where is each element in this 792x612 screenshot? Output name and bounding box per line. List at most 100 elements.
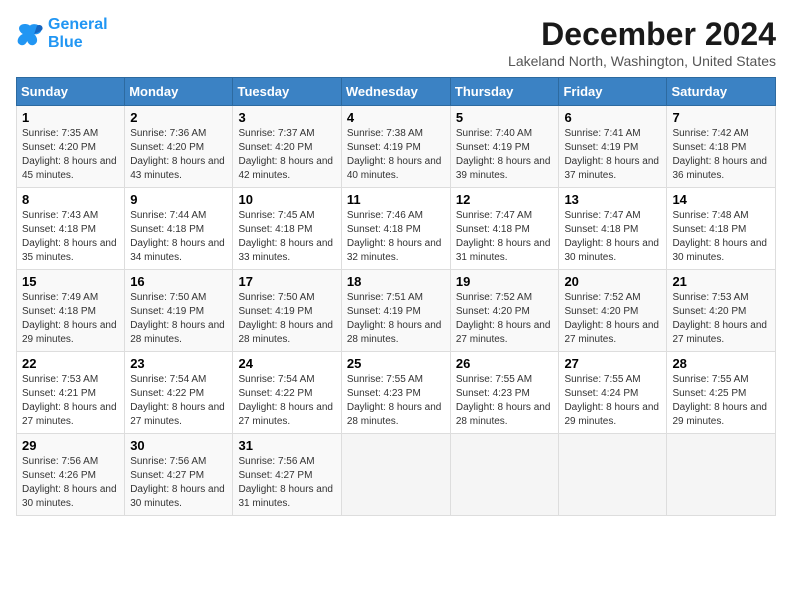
calendar-day-cell: 15 Sunrise: 7:49 AMSunset: 4:18 PMDaylig… — [17, 270, 125, 352]
day-info: Sunrise: 7:52 AMSunset: 4:20 PMDaylight:… — [456, 291, 554, 347]
weekday-header-saturday: Saturday — [667, 78, 776, 106]
day-number: 3 — [238, 110, 335, 125]
day-number: 12 — [456, 192, 554, 207]
day-number: 28 — [672, 356, 770, 371]
calendar-day-cell: 1 Sunrise: 7:35 AMSunset: 4:20 PMDayligh… — [17, 106, 125, 188]
calendar-week-row: 29 Sunrise: 7:56 AMSunset: 4:26 PMDaylig… — [17, 434, 776, 516]
day-number: 5 — [456, 110, 554, 125]
day-info: Sunrise: 7:50 AMSunset: 4:19 PMDaylight:… — [130, 291, 227, 347]
weekday-header-friday: Friday — [559, 78, 667, 106]
calendar-week-row: 1 Sunrise: 7:35 AMSunset: 4:20 PMDayligh… — [17, 106, 776, 188]
day-info: Sunrise: 7:46 AMSunset: 4:18 PMDaylight:… — [347, 209, 445, 265]
day-info: Sunrise: 7:41 AMSunset: 4:19 PMDaylight:… — [564, 127, 661, 183]
day-info: Sunrise: 7:55 AMSunset: 4:25 PMDaylight:… — [672, 373, 770, 429]
day-info: Sunrise: 7:38 AMSunset: 4:19 PMDaylight:… — [347, 127, 445, 183]
day-number: 1 — [22, 110, 119, 125]
day-info: Sunrise: 7:54 AMSunset: 4:22 PMDaylight:… — [130, 373, 227, 429]
calendar-day-cell: 26 Sunrise: 7:55 AMSunset: 4:23 PMDaylig… — [450, 352, 559, 434]
day-info: Sunrise: 7:40 AMSunset: 4:19 PMDaylight:… — [456, 127, 554, 183]
location-subtitle: Lakeland North, Washington, United State… — [508, 53, 776, 69]
day-info: Sunrise: 7:35 AMSunset: 4:20 PMDaylight:… — [22, 127, 119, 183]
day-info: Sunrise: 7:43 AMSunset: 4:18 PMDaylight:… — [22, 209, 119, 265]
calendar-day-cell: 27 Sunrise: 7:55 AMSunset: 4:24 PMDaylig… — [559, 352, 667, 434]
logo-bird-icon — [16, 20, 44, 48]
calendar-week-row: 8 Sunrise: 7:43 AMSunset: 4:18 PMDayligh… — [17, 188, 776, 270]
day-info: Sunrise: 7:47 AMSunset: 4:18 PMDaylight:… — [564, 209, 661, 265]
header: General Blue December 2024 Lakeland Nort… — [16, 16, 776, 69]
day-number: 2 — [130, 110, 227, 125]
calendar-day-cell — [559, 434, 667, 516]
calendar-day-cell: 12 Sunrise: 7:47 AMSunset: 4:18 PMDaylig… — [450, 188, 559, 270]
weekday-header-wednesday: Wednesday — [341, 78, 450, 106]
title-area: December 2024 Lakeland North, Washington… — [508, 16, 776, 69]
day-info: Sunrise: 7:50 AMSunset: 4:19 PMDaylight:… — [238, 291, 335, 347]
day-info: Sunrise: 7:56 AMSunset: 4:26 PMDaylight:… — [22, 455, 119, 511]
day-number: 4 — [347, 110, 445, 125]
calendar-day-cell: 25 Sunrise: 7:55 AMSunset: 4:23 PMDaylig… — [341, 352, 450, 434]
calendar-day-cell: 14 Sunrise: 7:48 AMSunset: 4:18 PMDaylig… — [667, 188, 776, 270]
calendar-day-cell: 2 Sunrise: 7:36 AMSunset: 4:20 PMDayligh… — [125, 106, 233, 188]
day-info: Sunrise: 7:44 AMSunset: 4:18 PMDaylight:… — [130, 209, 227, 265]
calendar-day-cell: 16 Sunrise: 7:50 AMSunset: 4:19 PMDaylig… — [125, 270, 233, 352]
day-number: 13 — [564, 192, 661, 207]
day-info: Sunrise: 7:53 AMSunset: 4:20 PMDaylight:… — [672, 291, 770, 347]
day-number: 11 — [347, 192, 445, 207]
calendar-day-cell: 18 Sunrise: 7:51 AMSunset: 4:19 PMDaylig… — [341, 270, 450, 352]
day-number: 9 — [130, 192, 227, 207]
day-number: 30 — [130, 438, 227, 453]
day-number: 22 — [22, 356, 119, 371]
day-info: Sunrise: 7:52 AMSunset: 4:20 PMDaylight:… — [564, 291, 661, 347]
day-number: 24 — [238, 356, 335, 371]
calendar-day-cell: 8 Sunrise: 7:43 AMSunset: 4:18 PMDayligh… — [17, 188, 125, 270]
calendar-week-row: 22 Sunrise: 7:53 AMSunset: 4:21 PMDaylig… — [17, 352, 776, 434]
calendar-day-cell: 13 Sunrise: 7:47 AMSunset: 4:18 PMDaylig… — [559, 188, 667, 270]
day-info: Sunrise: 7:47 AMSunset: 4:18 PMDaylight:… — [456, 209, 554, 265]
weekday-header-thursday: Thursday — [450, 78, 559, 106]
day-number: 19 — [456, 274, 554, 289]
day-number: 8 — [22, 192, 119, 207]
day-info: Sunrise: 7:55 AMSunset: 4:23 PMDaylight:… — [347, 373, 445, 429]
weekday-header-monday: Monday — [125, 78, 233, 106]
day-info: Sunrise: 7:56 AMSunset: 4:27 PMDaylight:… — [238, 455, 335, 511]
logo: General Blue — [16, 16, 108, 51]
day-number: 31 — [238, 438, 335, 453]
day-number: 26 — [456, 356, 554, 371]
calendar-table: SundayMondayTuesdayWednesdayThursdayFrid… — [16, 77, 776, 516]
calendar-day-cell: 28 Sunrise: 7:55 AMSunset: 4:25 PMDaylig… — [667, 352, 776, 434]
day-info: Sunrise: 7:55 AMSunset: 4:24 PMDaylight:… — [564, 373, 661, 429]
day-number: 16 — [130, 274, 227, 289]
calendar-day-cell: 4 Sunrise: 7:38 AMSunset: 4:19 PMDayligh… — [341, 106, 450, 188]
calendar-day-cell — [450, 434, 559, 516]
month-title: December 2024 — [508, 16, 776, 53]
calendar-week-row: 15 Sunrise: 7:49 AMSunset: 4:18 PMDaylig… — [17, 270, 776, 352]
day-number: 7 — [672, 110, 770, 125]
calendar-day-cell: 19 Sunrise: 7:52 AMSunset: 4:20 PMDaylig… — [450, 270, 559, 352]
calendar-day-cell: 29 Sunrise: 7:56 AMSunset: 4:26 PMDaylig… — [17, 434, 125, 516]
day-number: 20 — [564, 274, 661, 289]
calendar-day-cell: 22 Sunrise: 7:53 AMSunset: 4:21 PMDaylig… — [17, 352, 125, 434]
calendar-day-cell: 31 Sunrise: 7:56 AMSunset: 4:27 PMDaylig… — [233, 434, 341, 516]
calendar-day-cell: 10 Sunrise: 7:45 AMSunset: 4:18 PMDaylig… — [233, 188, 341, 270]
calendar-day-cell: 21 Sunrise: 7:53 AMSunset: 4:20 PMDaylig… — [667, 270, 776, 352]
day-info: Sunrise: 7:37 AMSunset: 4:20 PMDaylight:… — [238, 127, 335, 183]
day-number: 27 — [564, 356, 661, 371]
day-info: Sunrise: 7:56 AMSunset: 4:27 PMDaylight:… — [130, 455, 227, 511]
calendar-day-cell: 30 Sunrise: 7:56 AMSunset: 4:27 PMDaylig… — [125, 434, 233, 516]
day-info: Sunrise: 7:48 AMSunset: 4:18 PMDaylight:… — [672, 209, 770, 265]
day-info: Sunrise: 7:45 AMSunset: 4:18 PMDaylight:… — [238, 209, 335, 265]
day-info: Sunrise: 7:36 AMSunset: 4:20 PMDaylight:… — [130, 127, 227, 183]
calendar-day-cell: 3 Sunrise: 7:37 AMSunset: 4:20 PMDayligh… — [233, 106, 341, 188]
day-info: Sunrise: 7:49 AMSunset: 4:18 PMDaylight:… — [22, 291, 119, 347]
calendar-day-cell: 5 Sunrise: 7:40 AMSunset: 4:19 PMDayligh… — [450, 106, 559, 188]
day-number: 14 — [672, 192, 770, 207]
day-number: 18 — [347, 274, 445, 289]
day-number: 25 — [347, 356, 445, 371]
day-number: 17 — [238, 274, 335, 289]
weekday-header-row: SundayMondayTuesdayWednesdayThursdayFrid… — [17, 78, 776, 106]
calendar-day-cell: 6 Sunrise: 7:41 AMSunset: 4:19 PMDayligh… — [559, 106, 667, 188]
day-info: Sunrise: 7:42 AMSunset: 4:18 PMDaylight:… — [672, 127, 770, 183]
logo-text: General Blue — [48, 16, 108, 51]
day-number: 23 — [130, 356, 227, 371]
day-number: 29 — [22, 438, 119, 453]
day-number: 10 — [238, 192, 335, 207]
